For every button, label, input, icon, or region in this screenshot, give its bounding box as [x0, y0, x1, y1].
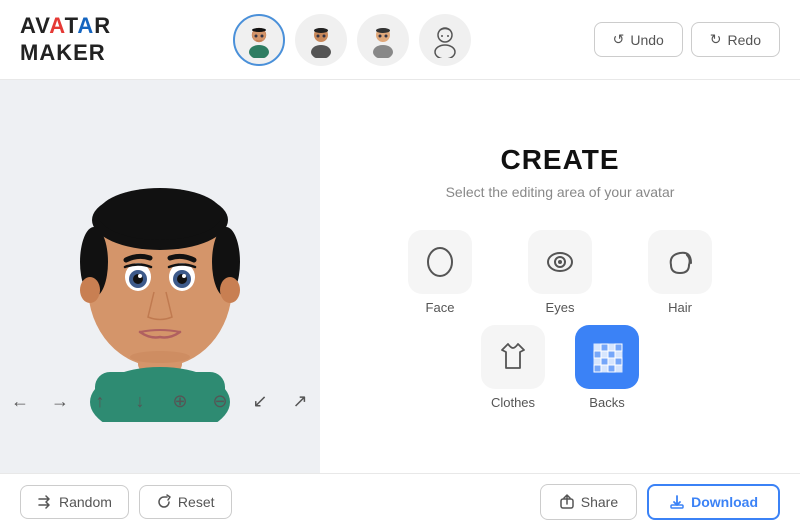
random-button[interactable]: Random: [20, 485, 129, 519]
eyes-label: Eyes: [546, 300, 575, 315]
backs-label: Backs: [589, 395, 624, 410]
hair-label: Hair: [668, 300, 692, 315]
random-label: Random: [59, 494, 112, 510]
create-subtitle: Select the editing area of your avatar: [446, 184, 675, 200]
share-label: Share: [581, 494, 618, 510]
rotate-left-button[interactable]: ↙: [248, 387, 272, 415]
edit-options-panel: CREATE Select the editing area of your a…: [320, 80, 800, 473]
logo: AVATARMAKER: [20, 13, 111, 66]
face-icon-container: [408, 230, 472, 294]
backs-option[interactable]: Backs: [575, 325, 639, 410]
download-icon: [669, 494, 685, 510]
clothes-icon-container: [481, 325, 545, 389]
redo-label: Redo: [728, 32, 761, 48]
reset-label: Reset: [178, 494, 215, 510]
navigation-controls: ← → ↑ ↓ ⊕ ⊖ ↙ ↗: [0, 379, 320, 423]
avatar-tabs: [233, 14, 471, 66]
face-label: Face: [426, 300, 455, 315]
eyes-icon-container: [528, 230, 592, 294]
share-button[interactable]: Share: [540, 484, 637, 520]
download-button[interactable]: Download: [647, 484, 780, 520]
rotate-right-button[interactable]: ↗: [288, 387, 312, 415]
nav-back-button[interactable]: ←: [8, 387, 32, 415]
clothes-label: Clothes: [491, 395, 535, 410]
backs-icon-container: [575, 325, 639, 389]
nav-down-button[interactable]: ↓: [128, 387, 152, 415]
zoom-in-button[interactable]: ⊕: [168, 387, 192, 415]
download-label: Download: [691, 494, 758, 510]
clothes-option[interactable]: Clothes: [481, 325, 545, 410]
nav-up-button[interactable]: ↑: [88, 387, 112, 415]
redo-button[interactable]: ↻ Redo: [691, 22, 780, 57]
bottom-right-actions: Share Download: [540, 484, 780, 520]
options-grid-top: Face Eyes: [395, 230, 725, 315]
share-icon: [559, 494, 575, 510]
nav-forward-button[interactable]: →: [48, 387, 72, 415]
logo-text: AVATARMAKER: [20, 13, 111, 66]
random-icon: [37, 494, 53, 510]
undo-button[interactable]: ↺ Undo: [594, 22, 683, 57]
avatar-tab-1[interactable]: [233, 14, 285, 66]
bottom-left-actions: Random Reset: [20, 485, 232, 519]
hair-option[interactable]: Hair: [635, 230, 725, 315]
undo-icon: ↺: [613, 31, 625, 48]
header: AVATARMAKER: [0, 0, 800, 80]
avatar-tab-4[interactable]: [419, 14, 471, 66]
reset-icon: [156, 494, 172, 510]
bottom-bar: Random Reset Share Download: [0, 473, 800, 529]
avatar-tab-2[interactable]: [295, 14, 347, 66]
hair-icon-container: [648, 230, 712, 294]
avatar-tab-3[interactable]: [357, 14, 409, 66]
zoom-out-button[interactable]: ⊖: [208, 387, 232, 415]
create-title: CREATE: [500, 144, 619, 176]
eyes-option[interactable]: Eyes: [515, 230, 605, 315]
face-option[interactable]: Face: [395, 230, 485, 315]
main-content: ← → ↑ ↓ ⊕ ⊖ ↙ ↗ CREATE Select the editin…: [0, 80, 800, 473]
reset-button[interactable]: Reset: [139, 485, 232, 519]
undo-label: Undo: [630, 32, 663, 48]
header-actions: ↺ Undo ↻ Redo: [594, 22, 780, 57]
avatar-preview-panel: ← → ↑ ↓ ⊕ ⊖ ↙ ↗: [0, 80, 320, 473]
redo-icon: ↻: [710, 31, 722, 48]
options-grid-bottom: Clothes: [481, 325, 639, 410]
